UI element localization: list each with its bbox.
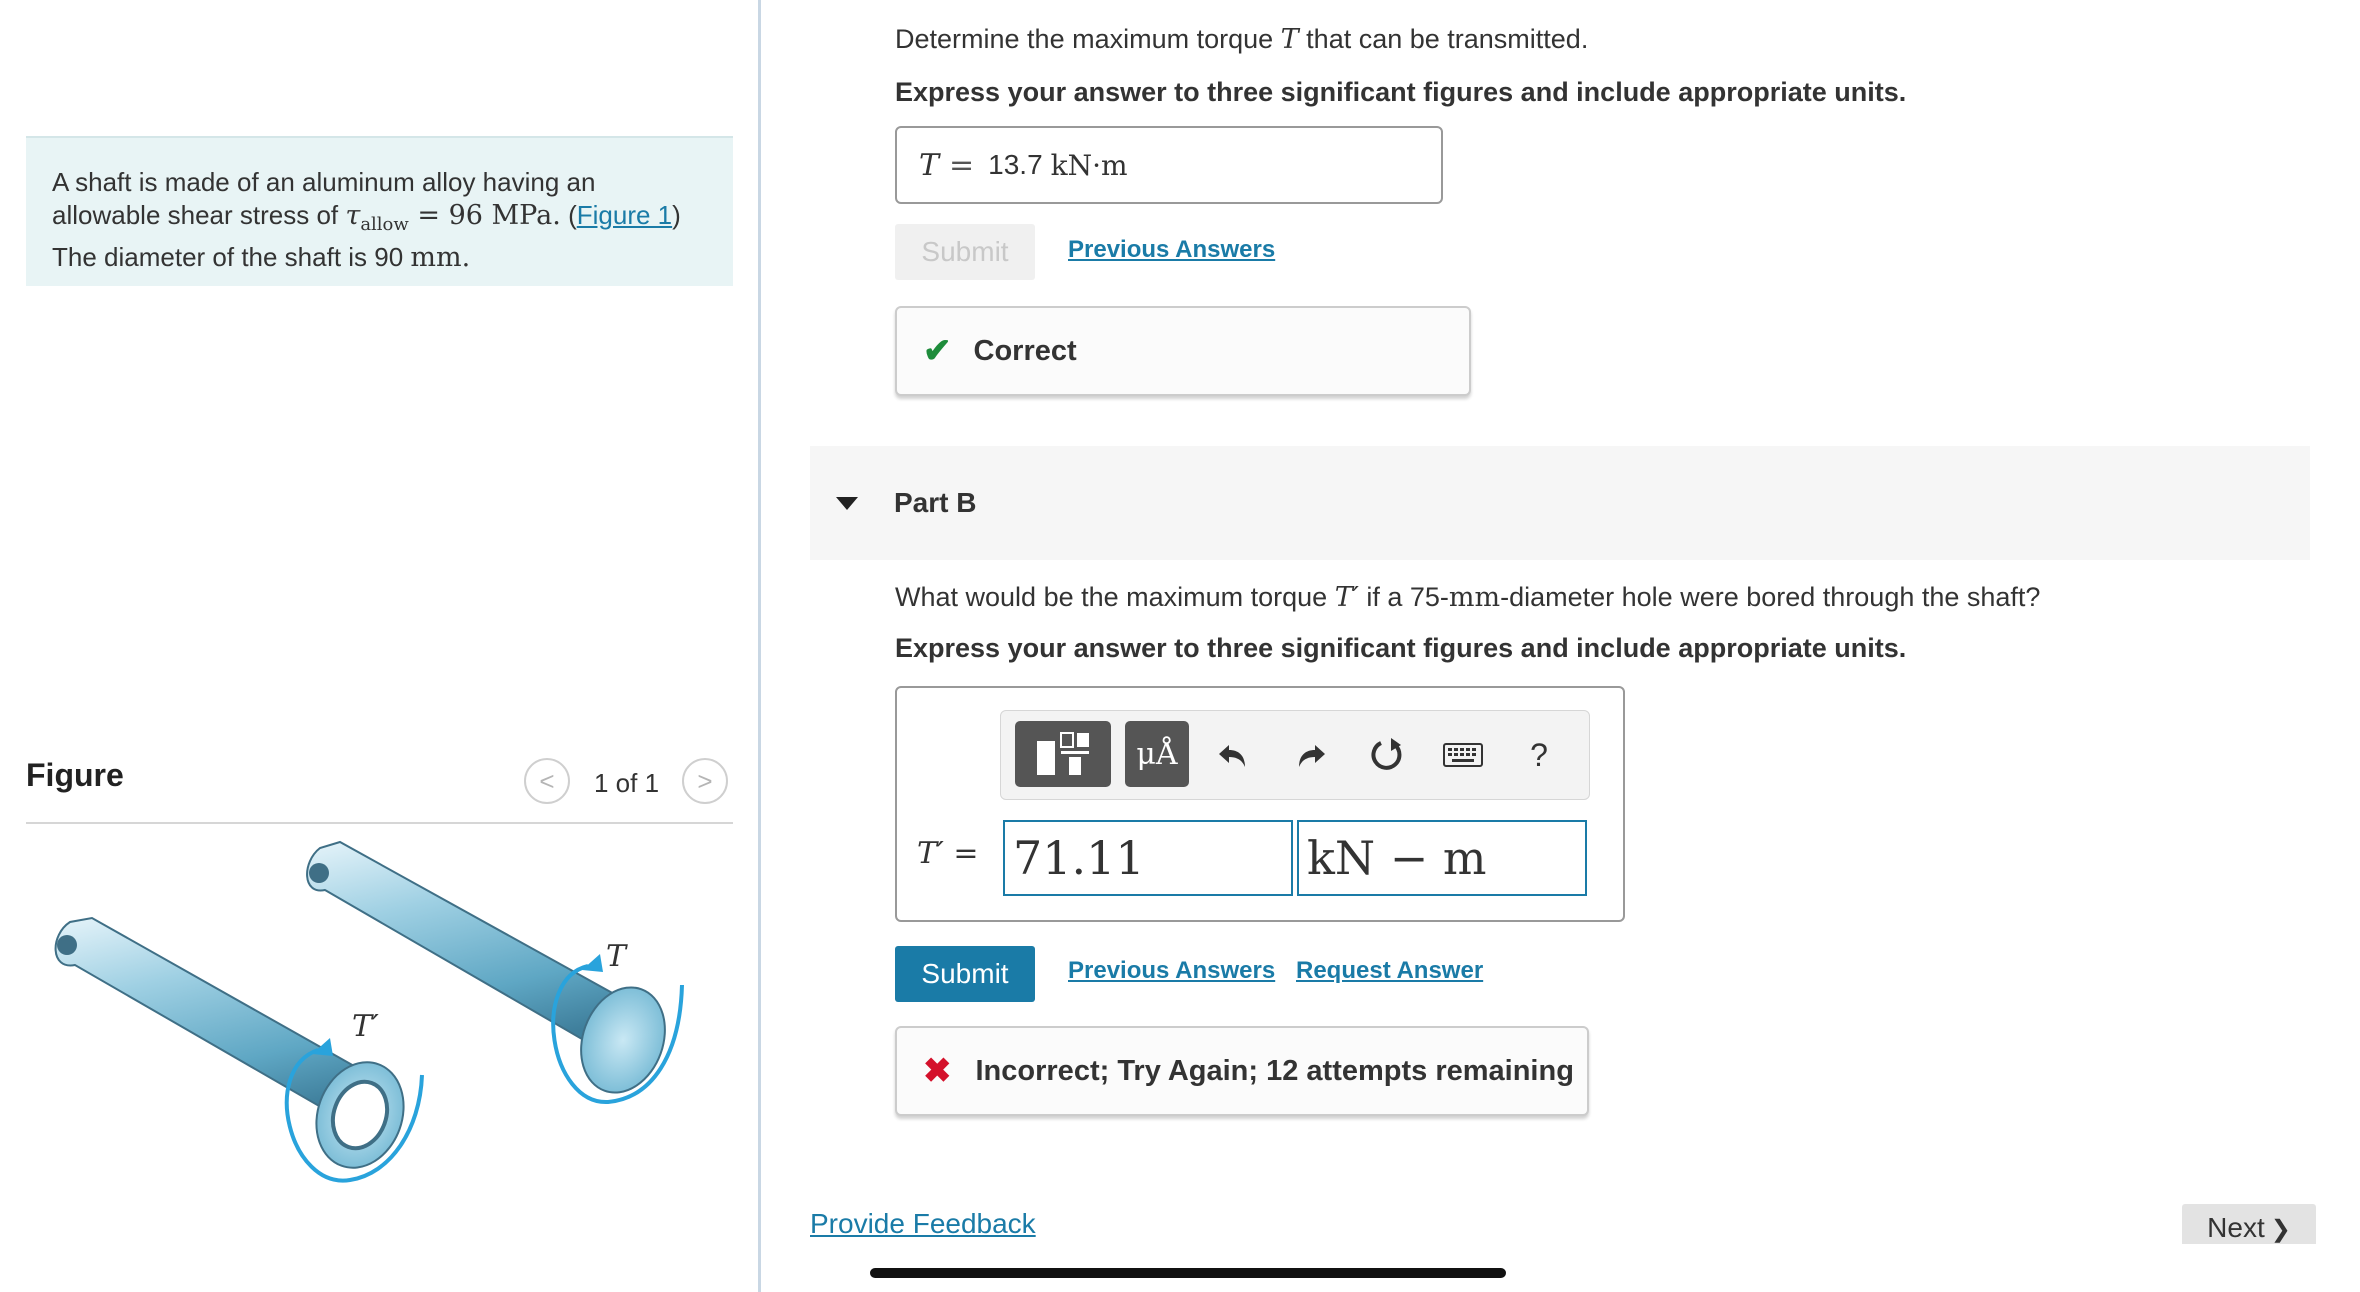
- answer-equals: =: [949, 147, 975, 183]
- torque-label-t: T: [606, 939, 628, 974]
- left-pane: A shaft is made of an aluminum alloy hav…: [0, 0, 755, 1292]
- figure-divider: [26, 822, 733, 824]
- allowable-stress-value: = 96 MPa: [408, 200, 553, 231]
- chevron-right-icon: ❯: [2270, 1216, 2291, 1243]
- question-text: What would be the maximum torque: [895, 582, 1335, 612]
- question-variable: T: [1280, 24, 1299, 55]
- hollow-shaft: T′: [54, 916, 424, 1183]
- redo-icon: [1299, 745, 1325, 767]
- figure-next-button[interactable]: >: [682, 758, 728, 804]
- tau-subscript: allow: [360, 214, 409, 236]
- problem-line-1: A shaft is made of an aluminum alloy hav…: [52, 167, 596, 197]
- torque-label-t-prime: T′: [352, 1009, 379, 1044]
- provide-feedback-link[interactable]: Provide Feedback: [810, 1208, 1036, 1240]
- question-variable: T′: [1334, 582, 1359, 613]
- partB-answer-box: μÅ ? T′ = 71.11 kN − m: [895, 686, 1625, 922]
- partA-previous-answers-link[interactable]: Previous Answers: [1068, 236, 1275, 264]
- right-pane: Determine the maximum torque T that can …: [762, 0, 2360, 1292]
- checkmark-icon: ✔: [923, 332, 952, 370]
- undo-button[interactable]: [1209, 731, 1257, 779]
- partA-instruction: Express your answer to three significant…: [895, 77, 1907, 107]
- undo-icon: [1219, 745, 1245, 767]
- figure-prev-button[interactable]: <: [524, 758, 570, 804]
- figure-counter: 1 of 1: [594, 768, 660, 798]
- diameter-unit: mm: [410, 242, 462, 274]
- figure-1-link[interactable]: Figure 1: [577, 200, 672, 230]
- partA-question: Determine the maximum torque T that can …: [895, 24, 1588, 55]
- problem-line-2: allowable shear stress of τallow = 96 MP…: [52, 200, 681, 236]
- partB-question: What would be the maximum torque T′ if a…: [895, 582, 2040, 613]
- question-text: Determine the maximum torque: [895, 24, 1281, 54]
- partB-submit-button[interactable]: Submit: [895, 946, 1035, 1002]
- next-button[interactable]: Next ❯: [2182, 1204, 2316, 1244]
- answer-variable: T: [919, 147, 940, 183]
- reset-button[interactable]: [1363, 731, 1411, 779]
- math-toolbar: μÅ ?: [1000, 710, 1590, 800]
- answer-equals: =: [943, 836, 979, 871]
- value-input[interactable]: 71.11: [1003, 820, 1293, 896]
- question-text: if a 75-: [1358, 582, 1449, 612]
- problem-text: The diameter of the shaft is 90: [52, 242, 411, 273]
- period: .: [461, 242, 471, 274]
- keyboard-button[interactable]: [1439, 731, 1487, 779]
- partB-feedback: ✖ Incorrect; Try Again; 12 attempts rema…: [895, 1026, 1589, 1116]
- chevron-right-icon: >: [697, 765, 713, 796]
- next-label: Next: [2207, 1212, 2265, 1243]
- partB-previous-answers-link[interactable]: Previous Answers: [1068, 957, 1275, 985]
- answer-units: kN·m: [1050, 148, 1128, 182]
- answer-value: 13.7: [988, 149, 1043, 180]
- templates-icon: [1037, 732, 1089, 775]
- feedback-text: Correct: [973, 334, 1077, 367]
- symbols-button[interactable]: μÅ: [1125, 721, 1189, 787]
- tau-symbol: τ: [345, 200, 361, 231]
- partB-answer-label: T′ =: [917, 836, 979, 871]
- units-input[interactable]: kN − m: [1297, 820, 1587, 896]
- partA-feedback: ✔ Correct: [895, 306, 1471, 396]
- partB-title: Part B: [894, 487, 977, 518]
- cross-icon: ✖: [923, 1052, 952, 1090]
- figure-title: Figure: [26, 757, 124, 793]
- scroll-indicator[interactable]: [870, 1268, 1506, 1278]
- redo-button[interactable]: [1287, 731, 1335, 779]
- question-text: -diameter hole were bored through the sh…: [1500, 582, 2041, 612]
- keyboard-icon: [1443, 743, 1483, 767]
- problem-line-3: The diameter of the shaft is 90 mm.: [52, 241, 707, 274]
- question-unit: mm: [1448, 582, 1501, 613]
- partB-instruction: Express your answer to three significant…: [895, 633, 1907, 663]
- pane-divider[interactable]: [758, 0, 761, 1292]
- chevron-left-icon: <: [539, 765, 555, 796]
- caret-down-icon: [836, 496, 858, 510]
- reset-icon: [1371, 738, 1402, 770]
- feedback-text: Incorrect; Try Again; 12 attempts remain…: [975, 1054, 1574, 1087]
- templates-button[interactable]: [1015, 721, 1111, 787]
- problem-statement: A shaft is made of an aluminum alloy hav…: [26, 136, 733, 286]
- request-answer-link[interactable]: Request Answer: [1296, 957, 1483, 985]
- shaft-figure: T′ T: [54, 840, 684, 1183]
- answer-variable: T′: [917, 836, 944, 871]
- period: .: [552, 200, 561, 231]
- partA-answer-display: T = 13.7 kN·m: [895, 126, 1443, 204]
- problem-text: allowable shear stress of: [52, 200, 346, 230]
- question-text: that can be transmitted.: [1298, 24, 1589, 54]
- partA-submit-button: Submit: [895, 224, 1035, 280]
- help-button[interactable]: ?: [1515, 731, 1563, 779]
- partB-header[interactable]: Part B: [810, 446, 2310, 560]
